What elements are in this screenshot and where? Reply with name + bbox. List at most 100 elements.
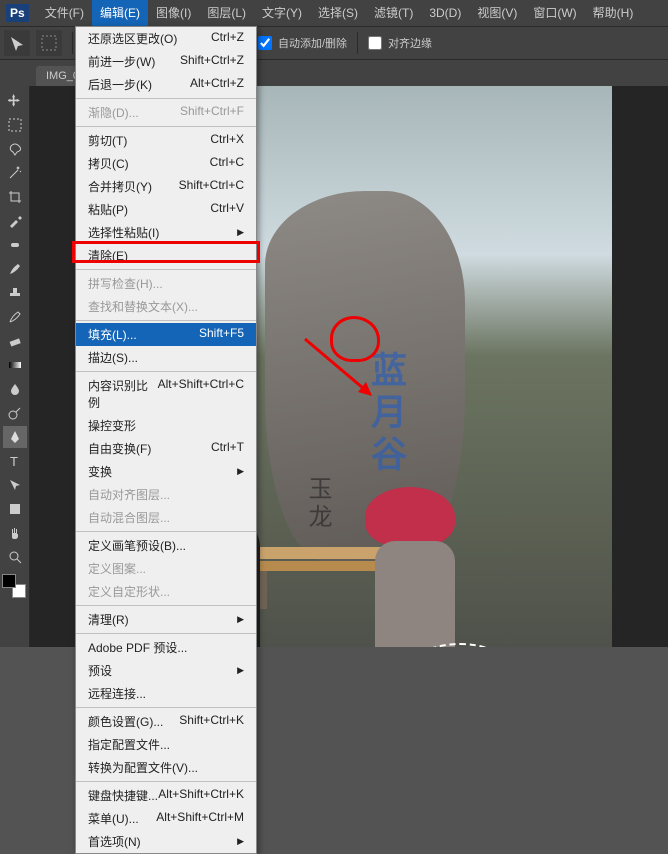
menu-item-label: 粘贴(P)	[88, 201, 128, 218]
menu-separator	[76, 126, 256, 127]
menu-item-label: 拼写检查(H)...	[88, 275, 163, 292]
menu-separator	[76, 371, 256, 372]
menu-item-label: 合并拷贝(Y)	[88, 178, 152, 195]
heal-tool-icon[interactable]	[3, 234, 27, 256]
menu-item[interactable]: 定义画笔预设(B)...	[76, 534, 256, 557]
menu-help[interactable]: 帮助(H)	[585, 0, 642, 26]
crop-tool-icon[interactable]	[3, 186, 27, 208]
menu-item: 定义自定形状...	[76, 580, 256, 603]
align-edges-checkbox[interactable]	[368, 36, 382, 50]
dodge-tool-icon[interactable]	[3, 402, 27, 424]
menu-item-label: 定义自定形状...	[88, 583, 170, 600]
menu-item-shortcut: Shift+Ctrl+F	[180, 104, 244, 121]
menu-item[interactable]: 粘贴(P)Ctrl+V	[76, 198, 256, 221]
menu-item-label: 还原选区更改(O)	[88, 30, 177, 47]
menu-item[interactable]: 变换	[76, 460, 256, 483]
menu-image[interactable]: 图像(I)	[148, 0, 199, 26]
menu-item[interactable]: Adobe PDF 预设...	[76, 636, 256, 659]
menu-item-shortcut: Alt+Shift+Ctrl+C	[158, 377, 244, 411]
menu-window[interactable]: 窗口(W)	[525, 0, 584, 26]
path-select-icon[interactable]	[3, 474, 27, 496]
menu-item-label: 预设	[88, 662, 112, 679]
pen-tool-icon[interactable]	[3, 426, 27, 448]
shape-tool-icon[interactable]	[3, 498, 27, 520]
menu-item[interactable]: 键盘快捷键...Alt+Shift+Ctrl+K	[76, 784, 256, 807]
menu-item[interactable]: 颜色设置(G)...Shift+Ctrl+K	[76, 710, 256, 733]
menu-filter[interactable]: 滤镜(T)	[366, 0, 421, 26]
blur-tool-icon[interactable]	[3, 378, 27, 400]
menu-item-label: 自动混合图层...	[88, 509, 170, 526]
menu-text[interactable]: 文字(Y)	[254, 0, 310, 26]
menu-item-shortcut: Ctrl+T	[211, 440, 244, 457]
menu-item[interactable]: 后退一步(K) Alt+Ctrl+Z	[76, 73, 256, 96]
menu-item-shortcut: Alt+Shift+Ctrl+K	[158, 787, 244, 804]
menu-item-shortcut: Shift+Ctrl+K	[179, 713, 244, 730]
menu-item[interactable]: 首选项(N)	[76, 830, 256, 853]
menu-item-label: 菜单(U)...	[88, 810, 139, 827]
menu-item[interactable]: 选择性粘贴(I)	[76, 221, 256, 244]
menu-item[interactable]: 剪切(T)Ctrl+X	[76, 129, 256, 152]
fg-swatch[interactable]	[2, 574, 16, 588]
selection-mode-icon[interactable]	[36, 30, 62, 56]
menu-item-shortcut	[233, 662, 244, 679]
menu-item-label: 清除(E)	[88, 247, 128, 264]
menu-edit[interactable]: 编辑(E)	[92, 0, 148, 26]
menu-file[interactable]: 文件(F)	[37, 0, 92, 26]
menu-item-shortcut	[233, 224, 244, 241]
color-swatches[interactable]	[2, 574, 26, 598]
menu-select[interactable]: 选择(S)	[310, 0, 366, 26]
menu-item[interactable]: 菜单(U)...Alt+Shift+Ctrl+M	[76, 807, 256, 830]
menu-item[interactable]: 转换为配置文件(V)...	[76, 756, 256, 779]
menu-item: 查找和替换文本(X)...	[76, 295, 256, 318]
menu-item[interactable]: 远程连接...	[76, 682, 256, 705]
menu-item[interactable]: 描边(S)...	[76, 346, 256, 369]
zoom-tool-icon[interactable]	[3, 546, 27, 568]
menu-item[interactable]: 内容识别比例Alt+Shift+Ctrl+C	[76, 374, 256, 414]
menu-item-label: 后退一步(K)	[88, 76, 152, 93]
tool-panel: T	[0, 86, 30, 647]
menu-view[interactable]: 视图(V)	[469, 0, 525, 26]
menu-layer[interactable]: 图层(L)	[199, 0, 254, 26]
menu-item-label: 选择性粘贴(I)	[88, 224, 159, 241]
person-right	[365, 487, 465, 647]
menu-item[interactable]: 拷贝(C)Ctrl+C	[76, 152, 256, 175]
menu-item[interactable]: 还原选区更改(O) Ctrl+Z	[76, 27, 256, 50]
eyedropper-tool-icon[interactable]	[3, 210, 27, 232]
type-tool-icon[interactable]: T	[3, 450, 27, 472]
move-tool-icon[interactable]	[3, 90, 27, 112]
menu-item[interactable]: 前进一步(W)Shift+Ctrl+Z	[76, 50, 256, 73]
menu-item[interactable]: 填充(L)...Shift+F5	[76, 323, 256, 346]
auto-add-checkbox[interactable]	[258, 36, 272, 50]
menu-item: 渐隐(D)...Shift+Ctrl+F	[76, 101, 256, 124]
brush-tool-icon[interactable]	[3, 258, 27, 280]
menu-item-shortcut: Alt+Ctrl+Z	[190, 76, 244, 93]
wand-tool-icon[interactable]	[3, 162, 27, 184]
menu-item-label: 远程连接...	[88, 685, 146, 702]
eraser-tool-icon[interactable]	[3, 330, 27, 352]
menu-3d[interactable]: 3D(D)	[421, 0, 469, 26]
history-brush-icon[interactable]	[3, 306, 27, 328]
gradient-tool-icon[interactable]	[3, 354, 27, 376]
menu-item: 自动对齐图层...	[76, 483, 256, 506]
stamp-tool-icon[interactable]	[3, 282, 27, 304]
marquee-tool-icon[interactable]	[3, 114, 27, 136]
hand-tool-icon[interactable]	[3, 522, 27, 544]
menu-item[interactable]: 预设	[76, 659, 256, 682]
tool-preset-icon[interactable]	[4, 30, 30, 56]
menu-item[interactable]: 清除(E)	[76, 244, 256, 267]
menu-item[interactable]: 操控变形	[76, 414, 256, 437]
menu-item[interactable]: 清理(R)	[76, 608, 256, 631]
menu-item-label: 指定配置文件...	[88, 736, 170, 753]
menu-item-label: 查找和替换文本(X)...	[88, 298, 198, 315]
menu-item-label: 内容识别比例	[88, 377, 158, 411]
menu-item[interactable]: 指定配置文件...	[76, 733, 256, 756]
lasso-tool-icon[interactable]	[3, 138, 27, 160]
menu-item-shortcut: Ctrl+X	[210, 132, 244, 149]
menu-item-shortcut	[233, 463, 244, 480]
separator	[357, 32, 358, 54]
menu-item[interactable]: 合并拷贝(Y)Shift+Ctrl+C	[76, 175, 256, 198]
menu-item-label: 清理(R)	[88, 611, 129, 628]
menu-separator	[76, 320, 256, 321]
menu-item[interactable]: 自由变换(F)Ctrl+T	[76, 437, 256, 460]
menu-item-shortcut: Ctrl+Z	[211, 30, 244, 47]
